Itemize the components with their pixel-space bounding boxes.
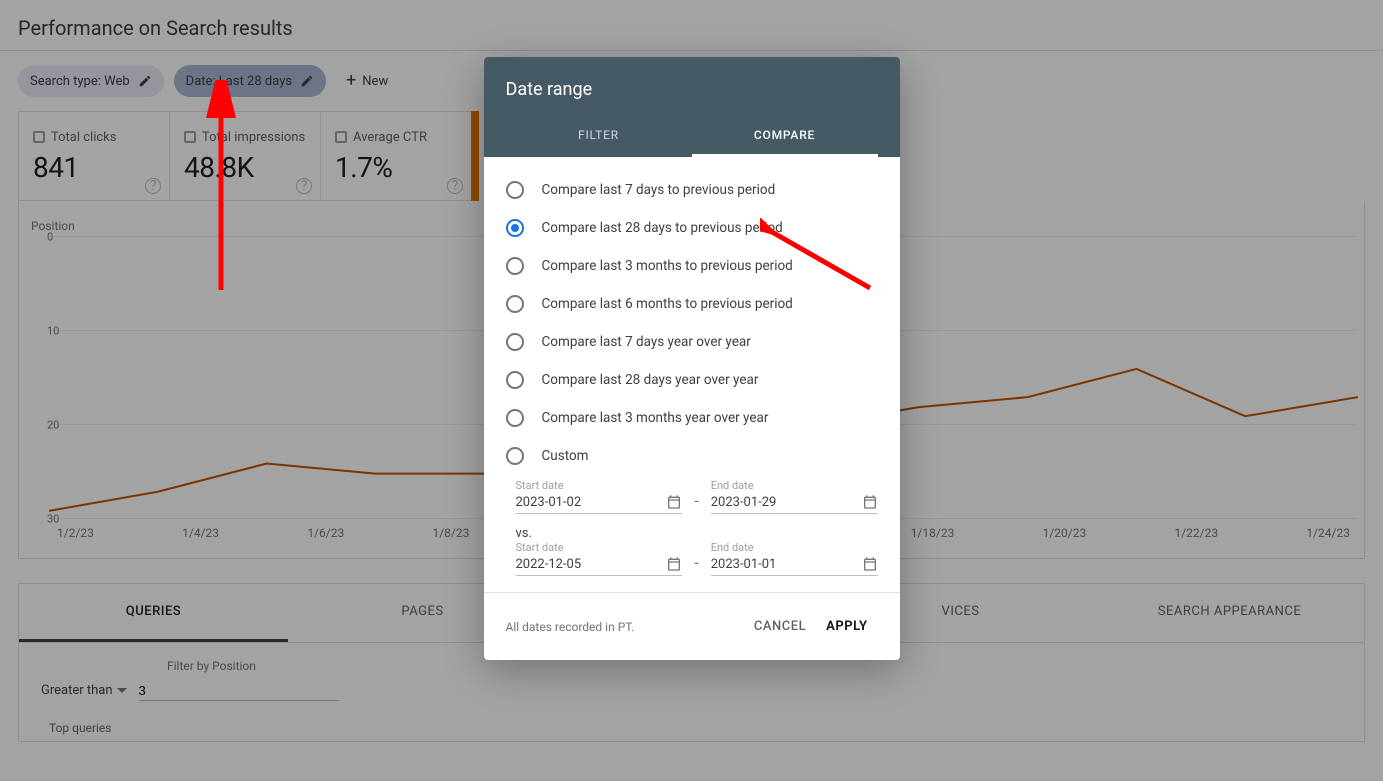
apply-button[interactable]: APPLY <box>816 611 877 642</box>
calendar-icon <box>862 494 878 510</box>
annotation-arrow-icon <box>196 80 246 300</box>
range2-start-input[interactable]: 2022-12-05 <box>516 556 683 576</box>
radio-label: Compare last 7 days to previous period <box>542 182 776 198</box>
radio-icon <box>506 447 524 465</box>
start-date-label: Start date <box>516 479 683 492</box>
calendar-icon <box>666 494 682 510</box>
dialog-header: Date range FILTER COMPARE <box>484 57 900 157</box>
tab-compare[interactable]: COMPARE <box>692 116 878 157</box>
radio-icon <box>506 409 524 427</box>
radio-label: Compare last 28 days to previous period <box>542 220 783 236</box>
radio-icon <box>506 371 524 389</box>
radio-icon <box>506 181 524 199</box>
start-date-label: Start date <box>516 541 683 554</box>
tab-filter[interactable]: FILTER <box>506 116 692 157</box>
compare-option-custom[interactable]: Custom <box>506 437 878 475</box>
dialog-title: Date range <box>506 79 878 100</box>
date-value: 2023-01-29 <box>711 495 862 510</box>
date-value: 2023-01-02 <box>516 495 667 510</box>
vs-label: vs. <box>516 526 878 541</box>
radio-label: Compare last 6 months to previous period <box>542 296 793 312</box>
radio-icon <box>506 295 524 313</box>
dash: - <box>692 553 700 576</box>
radio-label: Compare last 28 days year over year <box>542 372 759 388</box>
radio-icon <box>506 219 524 237</box>
radio-label: Custom <box>542 448 589 464</box>
compare-option-3m-yoy[interactable]: Compare last 3 months year over year <box>506 399 878 437</box>
dialog-footnote: All dates recorded in PT. <box>506 620 744 634</box>
dialog-footer: All dates recorded in PT. CANCEL APPLY <box>484 592 900 660</box>
radio-label: Compare last 3 months year over year <box>542 410 769 426</box>
calendar-icon <box>666 556 682 572</box>
radio-label: Compare last 3 months to previous period <box>542 258 793 274</box>
radio-label: Compare last 7 days year over year <box>542 334 751 350</box>
radio-icon <box>506 257 524 275</box>
range2-end-input[interactable]: 2023-01-01 <box>711 556 878 576</box>
annotation-arrow-icon <box>760 218 880 298</box>
compare-option-7d-yoy[interactable]: Compare last 7 days year over year <box>506 323 878 361</box>
compare-option-28d-yoy[interactable]: Compare last 28 days year over year <box>506 361 878 399</box>
range1-end-input[interactable]: 2023-01-29 <box>711 494 878 514</box>
date-value: 2023-01-01 <box>711 557 862 572</box>
cancel-button[interactable]: CANCEL <box>744 611 816 642</box>
radio-icon <box>506 333 524 351</box>
compare-option-7d-prev[interactable]: Compare last 7 days to previous period <box>506 171 878 209</box>
date-value: 2022-12-05 <box>516 557 667 572</box>
range1-start-input[interactable]: 2023-01-02 <box>516 494 683 514</box>
date-range-dialog: Date range FILTER COMPARE Compare last 7… <box>484 57 900 660</box>
dash: - <box>692 491 700 514</box>
calendar-icon <box>862 556 878 572</box>
end-date-label: End date <box>711 479 878 492</box>
end-date-label: End date <box>711 541 878 554</box>
